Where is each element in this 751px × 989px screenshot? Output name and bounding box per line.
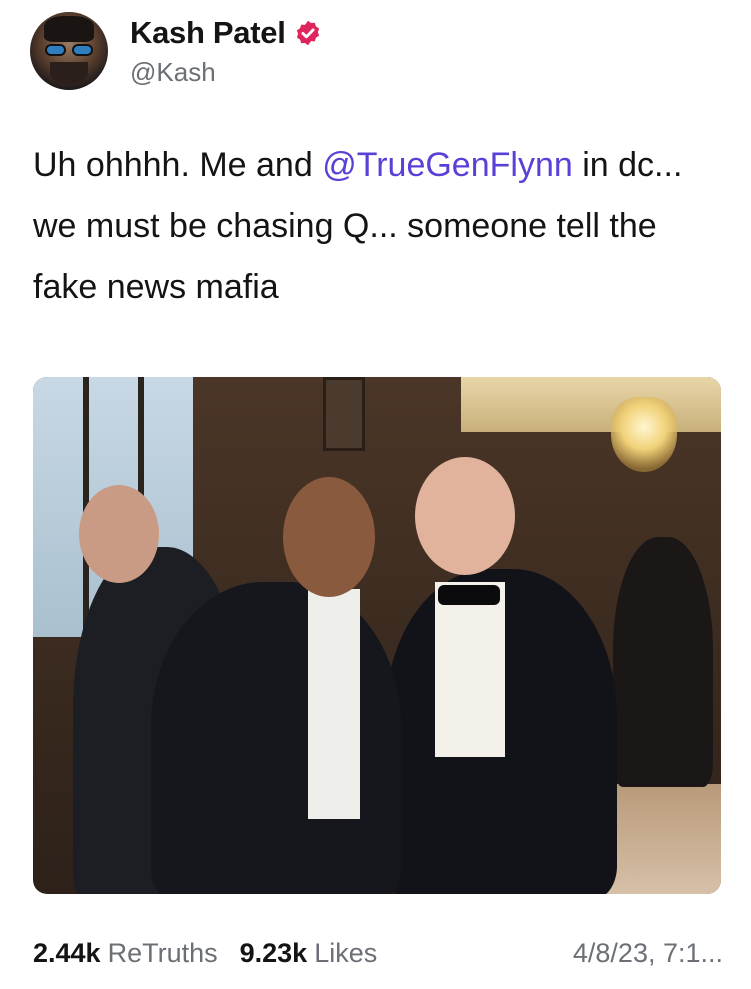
photo-shirt-middle [308,589,360,819]
mention-link[interactable]: @TrueGenFlynn [322,146,573,184]
post-text: Uh ohhhh. Me and @TrueGenFlynn in dc... … [33,135,723,318]
display-name[interactable]: Kash Patel [130,15,286,51]
avatar-glasses [45,44,93,56]
post-footer: 2.44k ReTruths 9.23k Likes 4/8/23, 7:1... [33,938,723,969]
retruths-count: 2.44k [33,938,101,968]
likes-count: 9.23k [239,938,308,968]
photo-ceiling [461,377,721,432]
photo-chandelier [611,397,677,472]
user-handle[interactable]: @Kash [130,57,322,88]
avatar-hair [44,16,94,42]
photo-background-guest [613,537,713,787]
post-header: Kash Patel @Kash [30,12,322,90]
avatar[interactable] [30,12,108,90]
post-text-before: Uh ohhhh. Me and [33,146,323,184]
photo-shirt-right [435,582,505,757]
post-timestamp[interactable]: 4/8/23, 7:1... [573,938,723,969]
likes-stat[interactable]: 9.23k Likes [240,938,378,969]
photo-bowtie [438,585,500,605]
avatar-beard [50,62,88,84]
photo-head-right [415,457,515,575]
post-photo[interactable] [33,377,721,894]
likes-label: Likes [314,938,378,968]
retruths-stat[interactable]: 2.44k ReTruths [33,938,218,969]
photo-person-middle [151,582,401,894]
truth-post: Kash Patel @Kash Uh ohhhh. Me and @TrueG… [0,0,751,989]
photo-wall-frame [323,377,365,451]
user-meta: Kash Patel @Kash [130,15,322,88]
retruths-label: ReTruths [107,938,218,968]
photo-head-middle [283,477,375,597]
photo-head-left [79,485,159,583]
verified-badge-icon [296,20,319,45]
name-row: Kash Patel [130,15,322,51]
